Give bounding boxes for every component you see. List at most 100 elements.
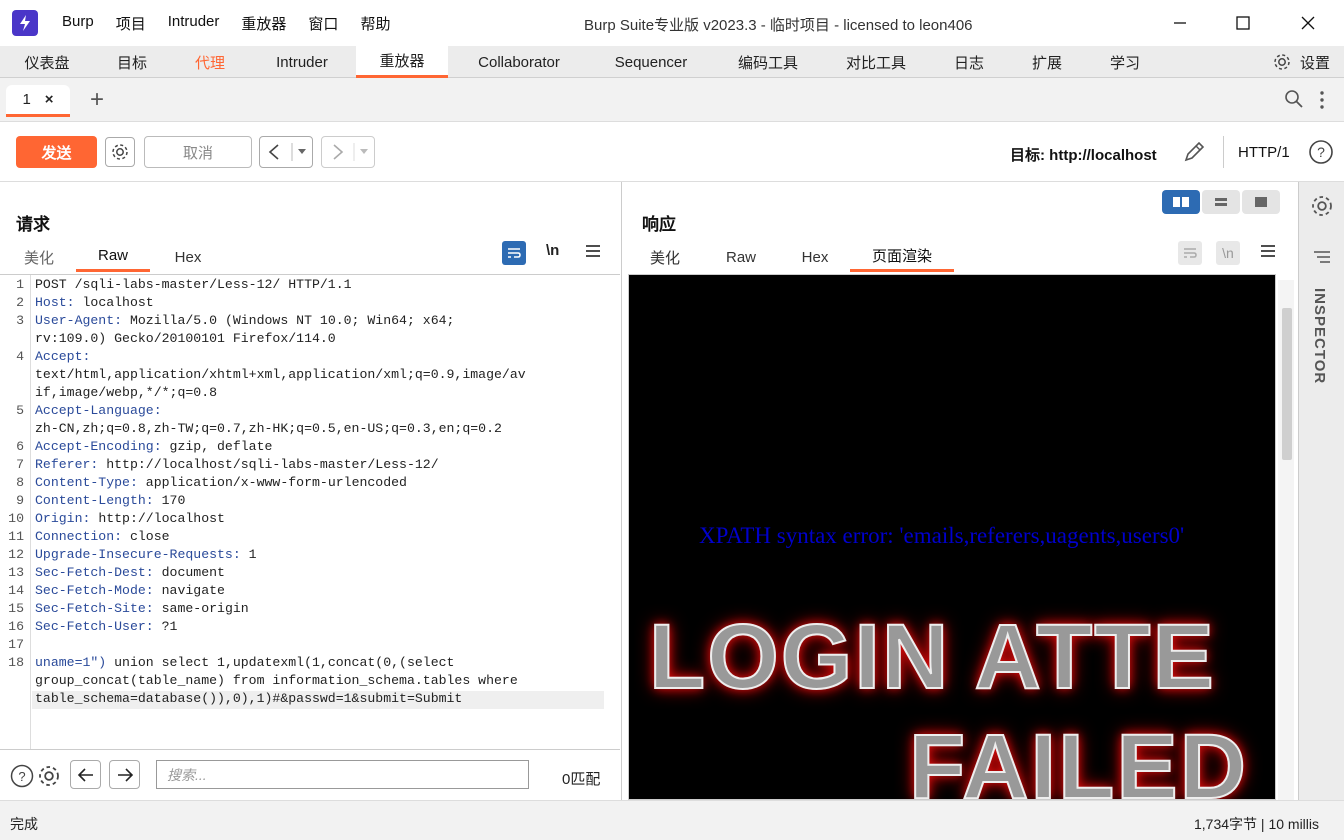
line-text: rv:109.0) Gecko/20100101 Firefox/114.0 — [35, 331, 336, 346]
tab-decoder[interactable]: 编码工具 — [726, 46, 810, 78]
search-previous-button[interactable] — [70, 760, 101, 789]
edit-target-icon[interactable] — [1182, 140, 1206, 169]
line-text: 1 — [240, 547, 257, 562]
request-pane: 请求 美化 Raw Hex \n 1 POST /sqli-labs-master… — [0, 182, 622, 800]
header-name: Sec-Fetch-User: — [35, 619, 154, 634]
burp-logo-icon[interactable] — [12, 10, 38, 36]
wrap-lines-icon[interactable] — [1178, 241, 1202, 265]
tab-target[interactable]: 目标 — [100, 46, 164, 78]
layout-tabs-button[interactable] — [1242, 190, 1280, 214]
line-number: 15 — [8, 601, 24, 616]
title-bar: Burp 项目 Intruder 重放器 窗口 帮助 Burp Suite专业版… — [0, 0, 1344, 46]
line-number: 8 — [16, 475, 24, 490]
line-number: 7 — [16, 457, 24, 472]
help-icon[interactable]: ? — [10, 764, 34, 793]
tab-proxy[interactable]: 代理 — [178, 46, 242, 78]
maximize-button[interactable] — [1223, 8, 1263, 38]
menu-window[interactable]: 窗口 — [308, 13, 338, 34]
request-tab-raw[interactable]: Raw — [76, 242, 150, 272]
request-title: 请求 — [16, 215, 50, 234]
wrap-lines-icon[interactable] — [502, 241, 526, 265]
line-text: ?1 — [153, 619, 178, 634]
tab-dashboard[interactable]: 仪表盘 — [8, 46, 86, 78]
line-text: gzip, deflate — [161, 439, 273, 454]
tab-sequencer[interactable]: Sequencer — [598, 46, 704, 78]
inspector-gear-icon[interactable] — [1310, 194, 1334, 223]
inspector-menu-icon[interactable] — [1313, 250, 1331, 269]
tab-intruder[interactable]: Intruder — [258, 46, 346, 78]
newline-toggle[interactable]: \n — [546, 242, 559, 259]
menu-project[interactable]: 项目 — [116, 13, 146, 34]
request-search-bar: ? 搜索... 0匹配 — [0, 752, 620, 800]
request-tab-pretty[interactable]: 美化 — [14, 242, 64, 272]
header-name: Content-Length: — [35, 493, 154, 508]
search-input[interactable]: 搜索... — [156, 760, 529, 789]
inspector-label[interactable]: INSPECTOR — [1311, 288, 1328, 384]
http-version-label[interactable]: HTTP/1 — [1238, 144, 1290, 161]
code-line: rv:109.0) Gecko/20100101 Firefox/114.0 — [35, 331, 336, 346]
request-editor[interactable]: 1 POST /sqli-labs-master/Less-12/ HTTP/1.… — [0, 274, 620, 750]
tab-comparer[interactable]: 对比工具 — [834, 46, 918, 78]
match-count: 0匹配 — [562, 771, 601, 788]
search-next-button[interactable] — [109, 760, 140, 789]
tab-learn[interactable]: 学习 — [1100, 46, 1150, 78]
line-number: 14 — [8, 583, 24, 598]
help-icon[interactable]: ? — [1308, 139, 1334, 170]
menu-intruder[interactable]: Intruder — [168, 13, 220, 34]
more-options-icon[interactable] — [1318, 90, 1326, 115]
response-size-time: 1,734字节 | 10 millis — [1194, 816, 1320, 832]
menu-burp[interactable]: Burp — [62, 13, 94, 34]
add-tab-button[interactable]: + — [90, 86, 104, 114]
tab-logger[interactable]: 日志 — [944, 46, 994, 78]
code-line: Accept-Language: — [35, 403, 162, 418]
tab-repeater[interactable]: 重放器 — [356, 46, 448, 78]
gear-icon — [1274, 54, 1290, 70]
response-scrollbar[interactable] — [1278, 280, 1294, 800]
search-icon[interactable] — [1284, 89, 1304, 114]
code-line: Origin: http://localhost — [35, 511, 225, 526]
send-options-button[interactable] — [105, 137, 135, 167]
request-tab-hex[interactable]: Hex — [160, 242, 216, 272]
response-tab-hex[interactable]: Hex — [790, 242, 840, 272]
forward-history-button[interactable] — [321, 136, 375, 168]
main-tab-bar: 仪表盘 目标 代理 Intruder 重放器 Collaborator Sequ… — [0, 46, 1344, 78]
cancel-button[interactable]: 取消 — [144, 136, 252, 168]
code-line: zh-CN,zh;q=0.8,zh-TW;q=0.7,zh-HK;q=0.5,e… — [35, 421, 502, 436]
line-number: 5 — [16, 403, 24, 418]
code-line: Sec-Fetch-Dest: document — [35, 565, 225, 580]
repeater-tab-1[interactable]: 1 × — [6, 85, 70, 117]
line-number: 12 — [8, 547, 24, 562]
menu-repeater[interactable]: 重放器 — [241, 13, 286, 34]
send-button[interactable]: 发送 — [16, 136, 97, 168]
back-history-button[interactable] — [259, 136, 313, 168]
response-tab-raw[interactable]: Raw — [716, 242, 766, 272]
response-tab-pretty[interactable]: 美化 — [640, 242, 690, 272]
search-settings-gear-icon[interactable] — [37, 764, 61, 793]
menu-lines-icon[interactable] — [585, 244, 601, 263]
line-number: 13 — [8, 565, 24, 580]
line-number: 10 — [8, 511, 24, 526]
line-number: 1 — [16, 277, 24, 292]
settings-button[interactable]: 设置 — [1266, 46, 1336, 78]
menu-help[interactable]: 帮助 — [360, 13, 390, 34]
svg-text:?: ? — [1317, 144, 1325, 160]
menu-lines-icon[interactable] — [1260, 244, 1276, 263]
close-tab-icon[interactable]: × — [45, 91, 54, 108]
header-name: uname=1") — [35, 655, 107, 670]
minimize-button[interactable] — [1160, 8, 1200, 38]
line-text: same-origin — [153, 601, 249, 616]
layout-side-by-side-button[interactable] — [1162, 190, 1200, 214]
header-name: Host: — [35, 295, 75, 310]
line-text: close — [122, 529, 170, 544]
tab-extensions[interactable]: 扩展 — [1022, 46, 1072, 78]
header-name: User-Agent: — [35, 313, 123, 328]
response-title: 响应 — [642, 215, 676, 234]
scrollbar-thumb[interactable] — [1282, 308, 1292, 460]
close-window-button[interactable] — [1288, 8, 1328, 38]
tab-collaborator[interactable]: Collaborator — [460, 46, 578, 78]
code-line: Host: localhost — [35, 295, 154, 310]
newline-toggle[interactable]: \n — [1216, 241, 1240, 265]
layout-stacked-button[interactable] — [1202, 190, 1240, 214]
response-tab-render[interactable]: 页面渲染 — [850, 242, 954, 272]
repeater-tab-bar: 1 × + — [0, 78, 1344, 122]
